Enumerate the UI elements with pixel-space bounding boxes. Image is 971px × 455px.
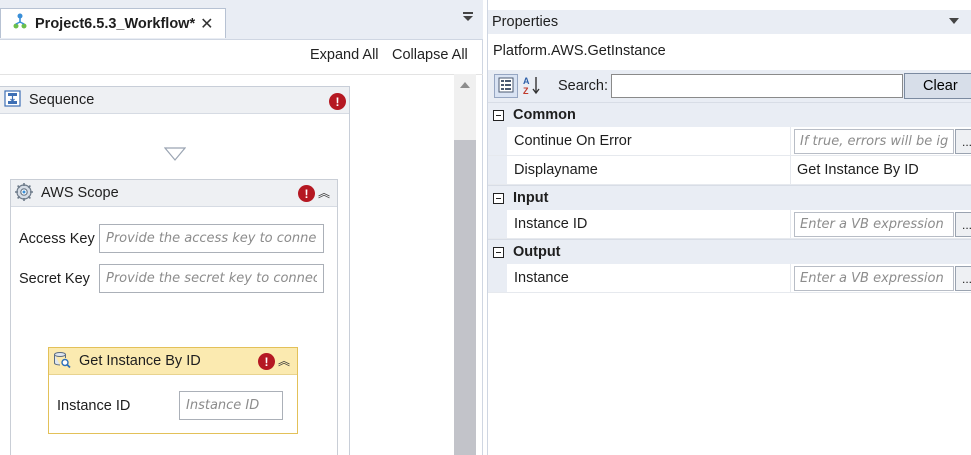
secret-key-row: Secret Key	[19, 264, 324, 293]
sequence-error-icon[interactable]: !	[329, 93, 346, 110]
alphabetical-view-button[interactable]: A Z	[520, 74, 544, 98]
workflow-document-tab[interactable]: Project6.5.3_Workflow* ✕	[0, 8, 226, 38]
activity-type-label: Platform.AWS.GetInstance	[493, 43, 666, 59]
aws-scope-title: AWS Scope	[41, 185, 119, 201]
drop-target-icon[interactable]	[164, 147, 186, 161]
document-tabstrip: Project6.5.3_Workflow* ✕	[0, 0, 483, 40]
workflow-designer: Project6.5.3_Workflow* ✕ Expand All Coll…	[0, 0, 483, 455]
property-search-input[interactable]	[611, 74, 903, 98]
search-label: Search:	[558, 78, 608, 94]
category-input[interactable]: Input	[488, 185, 971, 210]
clear-search-button[interactable]: Clear	[904, 73, 971, 99]
workflow-icon	[13, 13, 27, 34]
displayname-value[interactable]: Get Instance By ID	[794, 162, 919, 178]
instance-expression-input[interactable]	[794, 265, 954, 291]
property-value: ...	[791, 210, 971, 238]
property-name: Instance	[507, 264, 791, 292]
ellipsis-button[interactable]: ...	[955, 129, 971, 154]
aws-scope-header[interactable]: AWS Scope ! ︽	[11, 180, 337, 207]
sort-az-icon: A Z	[522, 75, 542, 98]
property-row: Displayname Get Instance By ID	[488, 156, 971, 185]
collapse-all-link[interactable]: Collapse All	[392, 47, 468, 63]
category-title: Common	[513, 107, 576, 123]
category-title: Input	[513, 190, 549, 206]
access-key-label: Access Key	[19, 230, 95, 247]
category-common[interactable]: Common	[488, 102, 971, 127]
property-value: ...	[791, 127, 971, 155]
instance-id-row: Instance ID	[57, 391, 283, 420]
instance-id-expression-input[interactable]	[794, 211, 954, 237]
panel-menu-dropdown-icon[interactable]	[949, 18, 959, 24]
property-name: Instance ID	[507, 210, 791, 238]
secret-key-input[interactable]	[99, 264, 324, 293]
sequence-icon	[4, 90, 21, 110]
ellipsis-button[interactable]: ...	[955, 266, 971, 291]
search-database-icon	[53, 351, 71, 372]
sequence-title: Sequence	[29, 92, 95, 108]
property-value[interactable]: Get Instance By ID	[791, 156, 971, 184]
categorized-icon	[498, 77, 514, 96]
instance-id-input[interactable]	[179, 391, 283, 420]
access-key-input[interactable]	[99, 224, 324, 253]
property-row: Continue On Error ...	[488, 127, 971, 156]
get-instance-error-icon[interactable]: !	[258, 353, 275, 370]
tab-menu-dropdown-icon[interactable]	[463, 12, 473, 21]
category-title: Output	[513, 244, 561, 260]
gear-scope-icon	[14, 182, 34, 205]
properties-title: Properties	[492, 14, 559, 30]
canvas-divider	[0, 74, 483, 75]
property-row: Instance ID ...	[488, 210, 971, 239]
scroll-up-icon[interactable]	[460, 82, 470, 88]
aws-scope-error-icon[interactable]: !	[298, 185, 315, 202]
sequence-header[interactable]: Sequence !	[0, 87, 349, 114]
get-instance-header[interactable]: Get Instance By ID ! ︽	[49, 348, 297, 375]
property-name: Continue On Error	[507, 127, 791, 155]
get-instance-activity[interactable]: Get Instance By ID ! ︽ Instance ID	[48, 347, 298, 434]
collapse-chevron-icon[interactable]: ︽	[278, 355, 290, 367]
category-output[interactable]: Output	[488, 239, 971, 264]
secret-key-label: Secret Key	[19, 270, 90, 287]
svg-text:A: A	[523, 76, 530, 86]
properties-panel: Properties Platform.AWS.GetInstance A Z …	[487, 0, 971, 455]
svg-text:Z: Z	[523, 86, 529, 95]
property-value: ...	[791, 264, 971, 292]
properties-toolbar: A Z Search: Clear	[488, 70, 971, 102]
vertical-scrollbar[interactable]	[454, 74, 476, 455]
continue-on-error-input[interactable]	[794, 128, 954, 154]
properties-titlebar: Properties	[488, 10, 971, 34]
tab-title: Project6.5.3_Workflow*	[35, 15, 196, 32]
instance-id-label: Instance ID	[57, 397, 131, 414]
collapse-chevron-icon[interactable]: ︽	[318, 187, 330, 199]
access-key-row: Access Key	[19, 224, 324, 253]
get-instance-title: Get Instance By ID	[79, 353, 201, 369]
property-row: Instance ...	[488, 264, 971, 293]
collapse-box-icon[interactable]	[493, 109, 504, 121]
property-grid: Common Continue On Error ... Displayname…	[488, 102, 971, 293]
expand-all-link[interactable]: Expand All	[310, 47, 379, 63]
close-icon[interactable]: ✕	[200, 14, 213, 34]
collapse-box-icon[interactable]	[493, 192, 504, 204]
ellipsis-button[interactable]: ...	[955, 212, 971, 237]
scrollbar-thumb[interactable]	[454, 140, 476, 455]
categorized-view-button[interactable]	[494, 74, 518, 98]
property-name: Displayname	[507, 156, 791, 184]
collapse-box-icon[interactable]	[493, 246, 504, 258]
